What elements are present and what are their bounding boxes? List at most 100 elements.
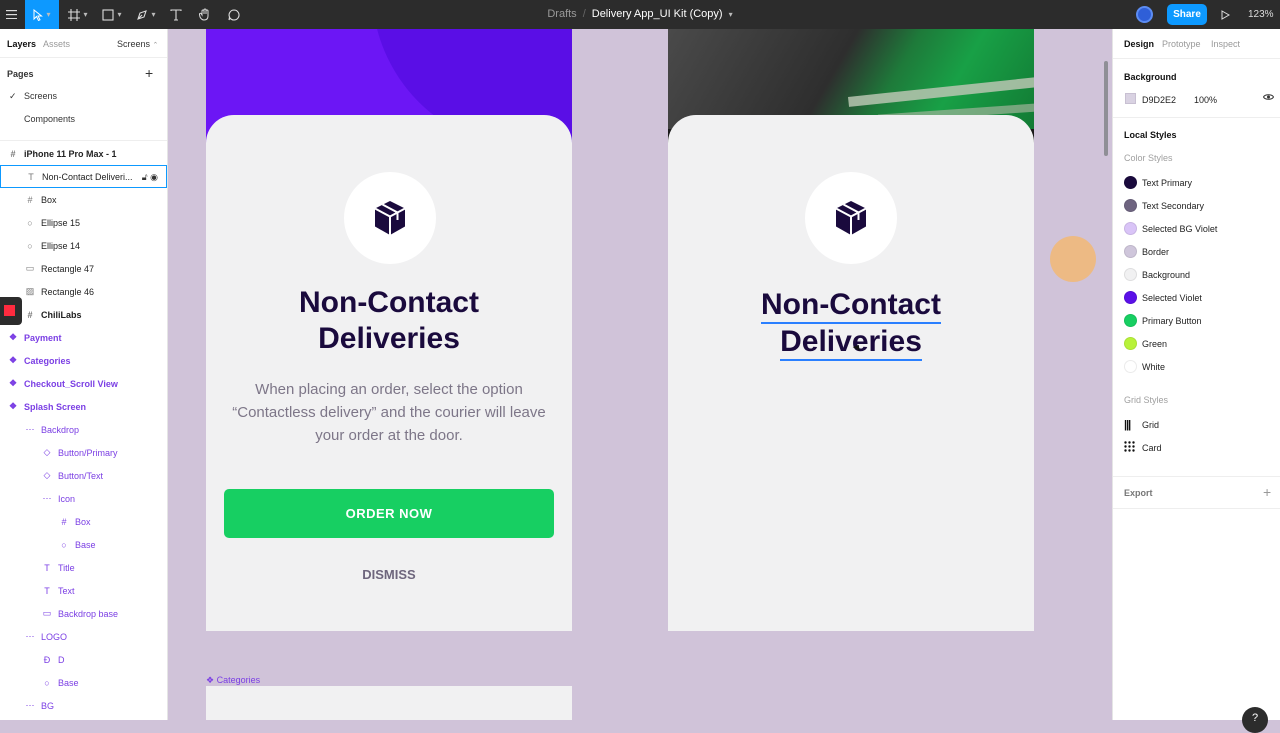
layer-row[interactable]: ⋯ BG — [0, 694, 167, 717]
layer-row[interactable]: # iPhone 11 Pro Max - 1 — [0, 142, 167, 165]
main-menu-icon[interactable] — [0, 0, 22, 29]
selected-text-layer[interactable]: Non-Contact Deliveries — [668, 287, 1034, 361]
iphone-frame[interactable]: Non-Contact Deliveries — [668, 29, 1034, 631]
color-style-row[interactable]: Selected Violet — [1124, 286, 1202, 309]
categories-frame[interactable] — [206, 686, 572, 720]
layer-row[interactable]: ◇ Button/Primary — [0, 441, 167, 464]
layer-row[interactable]: # ChiliLabs — [0, 303, 167, 326]
layer-row[interactable]: # Box — [0, 510, 167, 533]
layer-row[interactable]: ÐD — [0, 648, 167, 671]
icon-base-circle[interactable] — [805, 172, 897, 264]
layer-row[interactable]: ○ Base — [0, 671, 167, 694]
avatar[interactable] — [1136, 6, 1153, 23]
add-export-icon[interactable]: + — [1263, 484, 1271, 500]
layer-row[interactable]: ○ Ellipse 14 — [0, 234, 167, 257]
color-style-row[interactable]: Green — [1124, 332, 1167, 355]
layer-row[interactable]: ❖ Categories — [0, 349, 167, 372]
eye-icon[interactable] — [1262, 93, 1275, 103]
order-now-button[interactable]: ORDER NOW — [224, 489, 554, 538]
vertical-scrollbar[interactable] — [1104, 61, 1108, 156]
tab-design[interactable]: Design — [1124, 39, 1154, 49]
move-tool-button[interactable]: ▾ — [25, 0, 59, 29]
canvas[interactable]: Non-Contact Deliveries When placing an o… — [168, 29, 1112, 720]
page-item-screens[interactable]: Screens — [24, 91, 57, 101]
lock-eye-icons[interactable]: 🔓︎ ◉ — [142, 172, 158, 183]
breadcrumb-drafts[interactable]: Drafts — [547, 8, 576, 20]
layer-row[interactable]: ▭ Backdrop base — [0, 602, 167, 625]
icon-base-circle[interactable] — [344, 172, 436, 264]
categories-frame-label[interactable]: ❖ Categories — [206, 675, 260, 686]
tab-inspect[interactable]: Inspect — [1211, 39, 1240, 49]
background-hex-input[interactable]: D9D2E2 — [1142, 95, 1176, 105]
page-item-components[interactable]: Components — [24, 114, 75, 124]
divider — [1113, 508, 1280, 509]
layer-row[interactable]: ⋯ Icon — [0, 487, 167, 510]
backdrop-sheet[interactable]: Non-Contact Deliveries — [668, 115, 1034, 631]
splash-screen-frame[interactable]: Non-Contact Deliveries When placing an o… — [206, 29, 572, 631]
tab-assets[interactable]: Assets — [43, 39, 70, 49]
chevron-down-icon[interactable]: ▾ — [729, 10, 733, 19]
toolbar: ▾ ▾ ▾ ▾ Drafts / Delivery App_UI Kit (Copy… — [0, 0, 1280, 29]
zoom-level[interactable]: 123% — [1248, 9, 1274, 20]
layer-row[interactable]: ❖ Checkout_Scroll View — [0, 372, 167, 395]
layer-row[interactable]: ❖ Payment — [0, 326, 167, 349]
layer-label: iPhone 11 Pro Max - 1 — [24, 148, 117, 159]
layer-label: Rectangle 46 — [41, 286, 95, 297]
color-style-row[interactable]: Text Secondary — [1124, 194, 1204, 217]
layer-label: Payment — [24, 332, 62, 343]
color-style-row[interactable]: White — [1124, 355, 1165, 378]
divider — [1113, 476, 1280, 477]
grid-styles-heading: Grid Styles — [1124, 395, 1169, 405]
hand-tool-icon[interactable] — [195, 0, 215, 29]
layer-row[interactable]: T Text — [0, 579, 167, 602]
layer-label: Ellipse 15 — [41, 217, 81, 228]
layer-row[interactable]: T Title — [0, 556, 167, 579]
color-style-row[interactable]: Background — [1124, 263, 1190, 286]
layer-row[interactable]: ◇ Button/Text — [0, 464, 167, 487]
tab-prototype[interactable]: Prototype — [1162, 39, 1201, 49]
backdrop-sheet[interactable]: Non-Contact Deliveries When placing an o… — [206, 115, 572, 631]
color-style-row[interactable]: Primary Button — [1124, 309, 1202, 332]
layer-row[interactable]: ⋯ Backdrop — [0, 418, 167, 441]
add-page-icon[interactable]: + — [145, 65, 153, 81]
eye-icon[interactable]: ◉ — [150, 172, 158, 182]
layer-label: Backdrop — [41, 424, 80, 435]
unlock-icon[interactable]: 🔓︎ — [142, 172, 148, 182]
color-style-row[interactable]: Text Primary — [1124, 171, 1192, 194]
layer-row[interactable]: T Non-Contact Deliveri... 🔓︎ ◉ — [0, 165, 167, 188]
screen-title[interactable]: Non-Contact Deliveries — [206, 285, 572, 357]
grid-style-card[interactable]: Card — [1124, 436, 1162, 459]
share-button[interactable]: Share — [1167, 4, 1207, 25]
layer-row[interactable]: ○ Base — [0, 533, 167, 556]
layer-row[interactable]: ⋯ LOGO — [0, 625, 167, 648]
divider — [1113, 117, 1280, 118]
grid-style-grid[interactable]: ||| Grid — [1124, 413, 1159, 436]
color-swatch — [1124, 222, 1137, 235]
present-play-icon[interactable] — [1216, 0, 1234, 29]
file-breadcrumb: Drafts / Delivery App_UI Kit (Copy) ▾ — [0, 8, 1280, 20]
layer-row[interactable]: ▨ Rectangle 46 — [0, 280, 167, 303]
layer-label: Button/Primary — [58, 447, 118, 458]
dismiss-button[interactable]: DISMISS — [206, 567, 572, 582]
tab-layers[interactable]: Layers — [7, 39, 36, 49]
layer-row[interactable]: # Box — [0, 188, 167, 211]
help-button[interactable]: ? — [1242, 707, 1268, 733]
component-icon: ❖ — [8, 332, 18, 342]
layer-row[interactable]: ○ Ellipse 15 — [0, 211, 167, 234]
text-tool-icon[interactable] — [166, 0, 186, 29]
pen-tool-button[interactable]: ▾ — [132, 0, 160, 29]
screen-body-text[interactable]: When placing an order, select the option… — [226, 378, 552, 447]
color-style-row[interactable]: Selected BG Violet — [1124, 217, 1217, 240]
layer-row[interactable]: ❖ Splash Screen — [0, 395, 167, 418]
color-swatch-tooltip[interactable] — [0, 297, 22, 325]
pages-dropdown[interactable]: Screens ⌃ — [117, 39, 158, 49]
frame-tool-button[interactable]: ▾ — [64, 0, 92, 29]
file-name[interactable]: Delivery App_UI Kit (Copy) — [592, 8, 723, 20]
background-opacity-input[interactable]: 100% — [1194, 95, 1217, 105]
shape-tool-button[interactable]: ▾ — [98, 0, 126, 29]
color-style-name: Text Secondary — [1142, 200, 1205, 211]
comment-tool-icon[interactable] — [224, 0, 244, 29]
background-color-swatch[interactable] — [1125, 93, 1136, 104]
layer-row[interactable]: ▭ Rectangle 47 — [0, 257, 167, 280]
color-style-row[interactable]: Border — [1124, 240, 1169, 263]
